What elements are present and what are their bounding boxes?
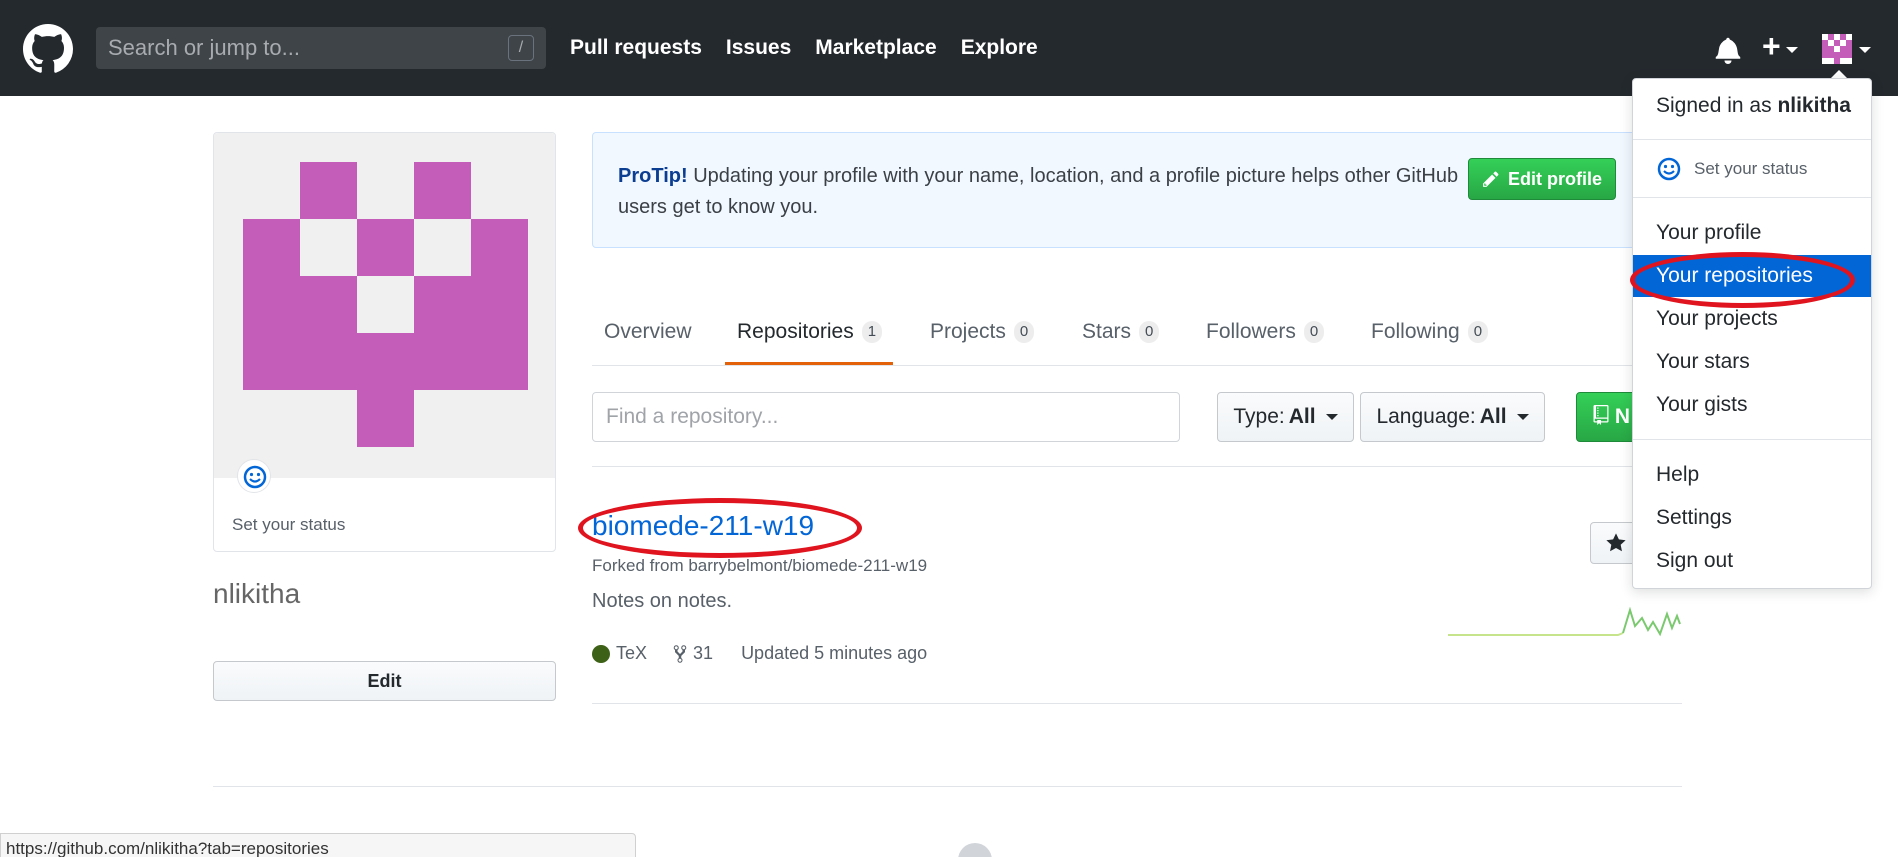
repo-icon xyxy=(1593,405,1609,425)
language-filter-label: Language: xyxy=(1376,405,1476,428)
repository-language: TeX xyxy=(616,643,648,663)
protip-text: ProTip! Updating your profile with your … xyxy=(618,161,1478,223)
forked-from-text: Forked from barrybelmont/biomede-211-w19 xyxy=(592,556,928,575)
type-filter-value: All xyxy=(1288,405,1316,428)
tab-repositories[interactable]: Repositories 1 xyxy=(737,312,883,352)
protip-banner: ProTip! Updating your profile with your … xyxy=(592,132,1682,248)
profile-avatar[interactable] xyxy=(214,133,555,478)
nav-pull-requests[interactable]: Pull requests xyxy=(570,36,702,60)
dropdown-set-status[interactable]: Set your status xyxy=(1656,151,1807,187)
search-shortcut-key: / xyxy=(508,35,534,61)
identicon-small-icon xyxy=(1822,34,1852,64)
signed-in-prefix: Signed in as xyxy=(1656,94,1772,117)
menu-item-settings[interactable]: Settings xyxy=(1633,497,1871,539)
github-logo-icon[interactable] xyxy=(23,24,73,74)
nav-issues[interactable]: Issues xyxy=(726,36,791,60)
fork-icon xyxy=(673,644,687,663)
set-status-button[interactable] xyxy=(237,459,271,493)
browser-status-bar: https://github.com/nlikitha?tab=reposito… xyxy=(0,833,636,857)
smiley-icon xyxy=(1657,157,1681,181)
user-menu-chevron-down-icon[interactable] xyxy=(1859,47,1871,53)
protip-title: ProTip! xyxy=(618,165,688,187)
language-filter-button[interactable]: Language: All xyxy=(1360,392,1545,442)
divider xyxy=(213,786,1682,787)
pencil-icon xyxy=(1483,171,1499,187)
repository-meta: TeX 31 Updated 5 minutes ago xyxy=(592,643,927,664)
menu-item-your-repositories[interactable]: Your repositories xyxy=(1633,255,1871,297)
tab-label: Projects xyxy=(930,320,1006,343)
tab-count: 0 xyxy=(1467,321,1489,343)
profile-username: nlikitha xyxy=(213,578,301,609)
top-nav: Pull requests Issues Marketplace Explore xyxy=(570,36,1038,60)
tab-label: Repositories xyxy=(737,320,854,343)
tab-stars[interactable]: Stars 0 xyxy=(1082,312,1160,352)
tab-label: Following xyxy=(1371,320,1460,343)
divider xyxy=(1633,197,1871,198)
signed-in-username: nlikitha xyxy=(1777,94,1851,117)
menu-item-help[interactable]: Help xyxy=(1633,454,1871,496)
nav-explore[interactable]: Explore xyxy=(961,36,1038,60)
tab-label: Followers xyxy=(1206,320,1296,343)
repository-name-link[interactable]: biomede-211-w19 xyxy=(592,510,814,542)
github-footer-mark-icon[interactable] xyxy=(958,843,992,857)
user-dropdown-menu: Signed in as nlikitha Set your status Yo… xyxy=(1632,78,1872,589)
updated-time: Updated 5 minutes ago xyxy=(741,643,928,663)
tab-count: 1 xyxy=(861,321,883,343)
tab-followers[interactable]: Followers 0 xyxy=(1206,312,1325,352)
tab-label: Overview xyxy=(604,320,692,343)
set-status-label[interactable]: Set your status xyxy=(232,515,345,535)
activity-sparkline-icon xyxy=(1448,606,1681,637)
divider xyxy=(1633,439,1871,440)
find-repository-input[interactable] xyxy=(592,392,1180,442)
type-filter-label: Type: xyxy=(1233,405,1285,428)
star-icon xyxy=(1606,533,1626,552)
fork-count[interactable]: 31 xyxy=(693,643,713,664)
tab-overview[interactable]: Overview xyxy=(604,312,692,352)
divider xyxy=(592,703,1682,704)
menu-item-sign-out[interactable]: Sign out xyxy=(1633,540,1871,582)
dropdown-set-status-label: Set your status xyxy=(1694,159,1808,178)
signed-in-header: Signed in as nlikitha xyxy=(1656,94,1851,118)
edit-profile-label: Edit profile xyxy=(1508,168,1602,189)
new-repository-label: N xyxy=(1614,405,1631,428)
divider xyxy=(1633,139,1871,140)
nav-marketplace[interactable]: Marketplace xyxy=(815,36,936,60)
menu-item-your-gists[interactable]: Your gists xyxy=(1633,384,1871,426)
protip-body: Updating your profile with your name, lo… xyxy=(618,165,1459,218)
search-box[interactable]: / xyxy=(96,27,546,69)
divider xyxy=(592,466,1682,467)
identicon-large-icon xyxy=(243,162,528,447)
menu-item-your-stars[interactable]: Your stars xyxy=(1633,341,1871,383)
chevron-down-icon xyxy=(1516,414,1529,420)
tab-projects[interactable]: Projects 0 xyxy=(930,312,1035,352)
notifications-bell-icon[interactable] xyxy=(1715,36,1741,64)
language-color-dot xyxy=(592,644,610,663)
top-header: / Pull requests Issues Marketplace Explo… xyxy=(0,0,1898,96)
tab-label: Stars xyxy=(1082,320,1132,343)
user-avatar-menu[interactable] xyxy=(1822,34,1852,64)
repository-description: Notes on notes. xyxy=(592,590,733,612)
search-input[interactable] xyxy=(96,27,546,69)
tab-count: 0 xyxy=(1013,321,1035,343)
menu-item-your-profile[interactable]: Your profile xyxy=(1633,212,1871,254)
edit-profile-sidebar-button[interactable]: Edit xyxy=(213,661,556,701)
create-new-plus-icon[interactable]: + xyxy=(1762,30,1781,62)
menu-item-your-projects[interactable]: Your projects xyxy=(1633,298,1871,340)
edit-profile-button[interactable]: Edit profile xyxy=(1468,158,1616,200)
smiley-icon xyxy=(243,465,267,489)
tab-following[interactable]: Following 0 xyxy=(1371,312,1489,352)
tab-count: 0 xyxy=(1303,321,1325,343)
type-filter-button[interactable]: Type: All xyxy=(1217,392,1354,442)
chevron-down-icon xyxy=(1325,414,1338,420)
language-filter-value: All xyxy=(1479,405,1507,428)
profile-tabs: Overview Repositories 1 Projects 0 Stars… xyxy=(592,300,1682,366)
tab-count: 0 xyxy=(1139,321,1160,343)
active-tab-underline xyxy=(725,362,893,365)
create-menu-chevron-down-icon[interactable] xyxy=(1786,47,1798,53)
